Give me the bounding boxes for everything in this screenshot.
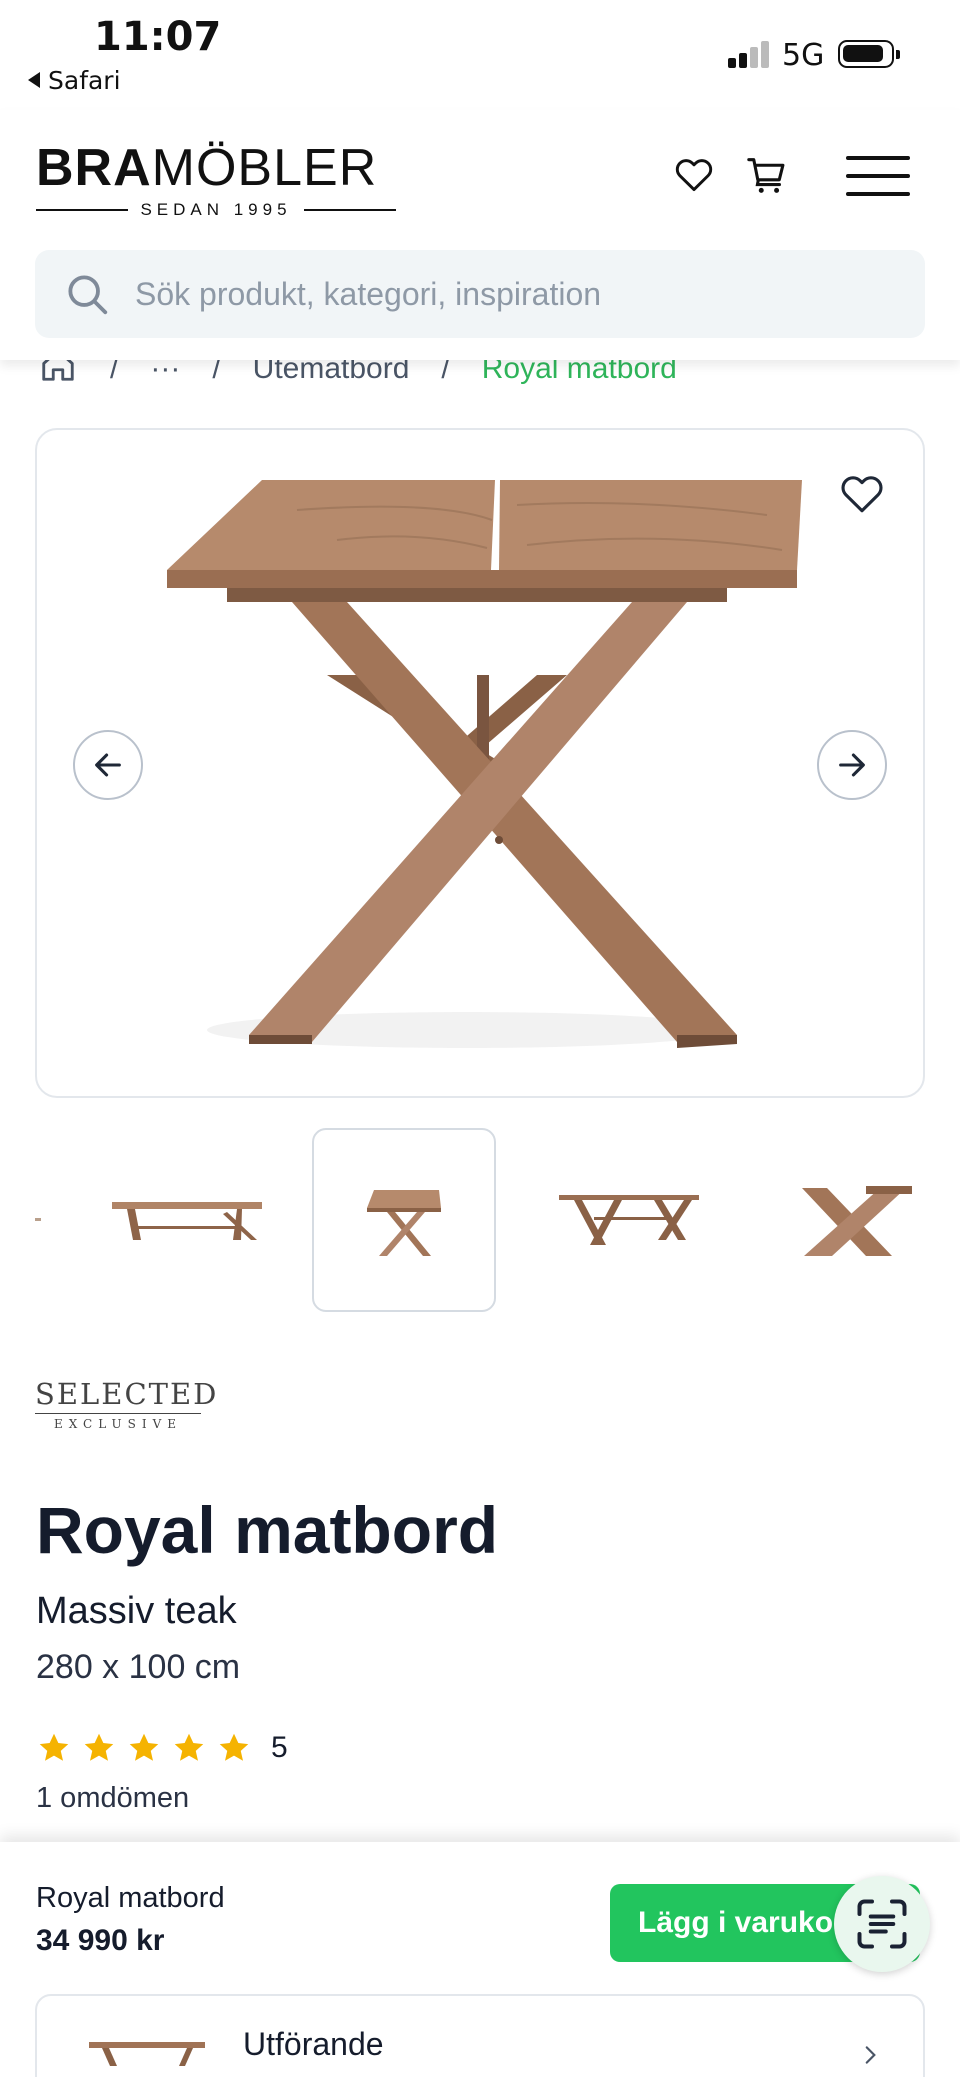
- logo-tagline: SEDAN 1995: [36, 200, 396, 220]
- star-icon: [129, 1733, 159, 1761]
- sticky-purchase-bar: Royal matbord 34 990 kr Lägg i varukorg …: [0, 1842, 960, 2077]
- product-price: 34 990 kr: [36, 1924, 165, 1957]
- brand-line1: SELECTED: [35, 1377, 219, 1411]
- menu-button[interactable]: [846, 154, 912, 203]
- network-label: 5G: [782, 38, 825, 73]
- search-input[interactable]: Sök produkt, kategori, inspiration: [35, 250, 925, 338]
- arrow-right-icon: [839, 753, 865, 777]
- thumbnail[interactable]: [35, 1128, 45, 1312]
- menu-icon: [846, 156, 910, 196]
- product-dimensions: 280 x 100 cm: [36, 1648, 241, 1686]
- gallery-next-button[interactable]: [817, 730, 887, 800]
- brand-logo[interactable]: BRAMÖBLER SEDAN 1995: [36, 142, 396, 220]
- thumbnail[interactable]: [755, 1128, 925, 1312]
- brand-line2: EXCLUSIVE: [53, 1417, 183, 1431]
- chevron-right-icon: [865, 2046, 876, 2064]
- product-material: Massiv teak: [36, 1590, 237, 1632]
- review-count-link[interactable]: 1 omdömen: [36, 1782, 189, 1815]
- battery-icon: [838, 40, 900, 68]
- favorite-button[interactable]: [837, 468, 887, 523]
- arrow-left-icon: [95, 753, 121, 777]
- cart-button[interactable]: [744, 152, 790, 203]
- product-title: Royal matbord: [36, 1493, 499, 1567]
- thumbnail-strip: [35, 1128, 925, 1314]
- star-icon: [219, 1733, 249, 1761]
- scan-button[interactable]: [834, 1876, 930, 1972]
- scan-text-icon: [857, 1899, 907, 1949]
- heart-icon: [675, 159, 713, 192]
- back-app-label: Safari: [48, 66, 121, 95]
- rating-score: 5: [271, 1731, 288, 1764]
- site-header: BRAMÖBLER SEDAN 1995 Sök produkt, katego…: [0, 110, 960, 360]
- variant-thumbnail: [89, 2042, 205, 2066]
- star-icon: [39, 1733, 69, 1761]
- search-placeholder: Sök produkt, kategori, inspiration: [135, 276, 602, 312]
- signal-icon: [728, 40, 772, 68]
- product-image-gallery[interactable]: [35, 428, 925, 1098]
- back-to-safari[interactable]: Safari: [28, 66, 121, 95]
- thumbnail-selected[interactable]: [312, 1128, 496, 1312]
- logo-wordmark: BRAMÖBLER: [36, 139, 378, 197]
- sticky-product-name: Royal matbord: [36, 1882, 225, 1914]
- status-time: 11:07: [94, 14, 222, 60]
- variant-label: Utförande: [243, 2026, 384, 2062]
- search-icon: [68, 275, 108, 315]
- product-image: [167, 480, 802, 1048]
- star-icon: [174, 1733, 204, 1761]
- variant-selector[interactable]: Utförande: [35, 1994, 925, 2077]
- thumbnail[interactable]: [537, 1128, 721, 1312]
- wishlist-button[interactable]: [672, 152, 716, 201]
- heart-icon: [841, 476, 883, 513]
- gallery-prev-button[interactable]: [73, 730, 143, 800]
- thumbnail[interactable]: [95, 1128, 279, 1312]
- status-bar: 11:07 Safari 5G: [0, 0, 960, 110]
- back-triangle-icon: [28, 72, 40, 88]
- cart-icon: [747, 158, 785, 193]
- brand-logo-selected-exclusive[interactable]: SELECTED EXCLUSIVE: [35, 1377, 219, 1431]
- rating-stars[interactable]: 5: [36, 1730, 288, 1766]
- star-icon: [84, 1733, 114, 1761]
